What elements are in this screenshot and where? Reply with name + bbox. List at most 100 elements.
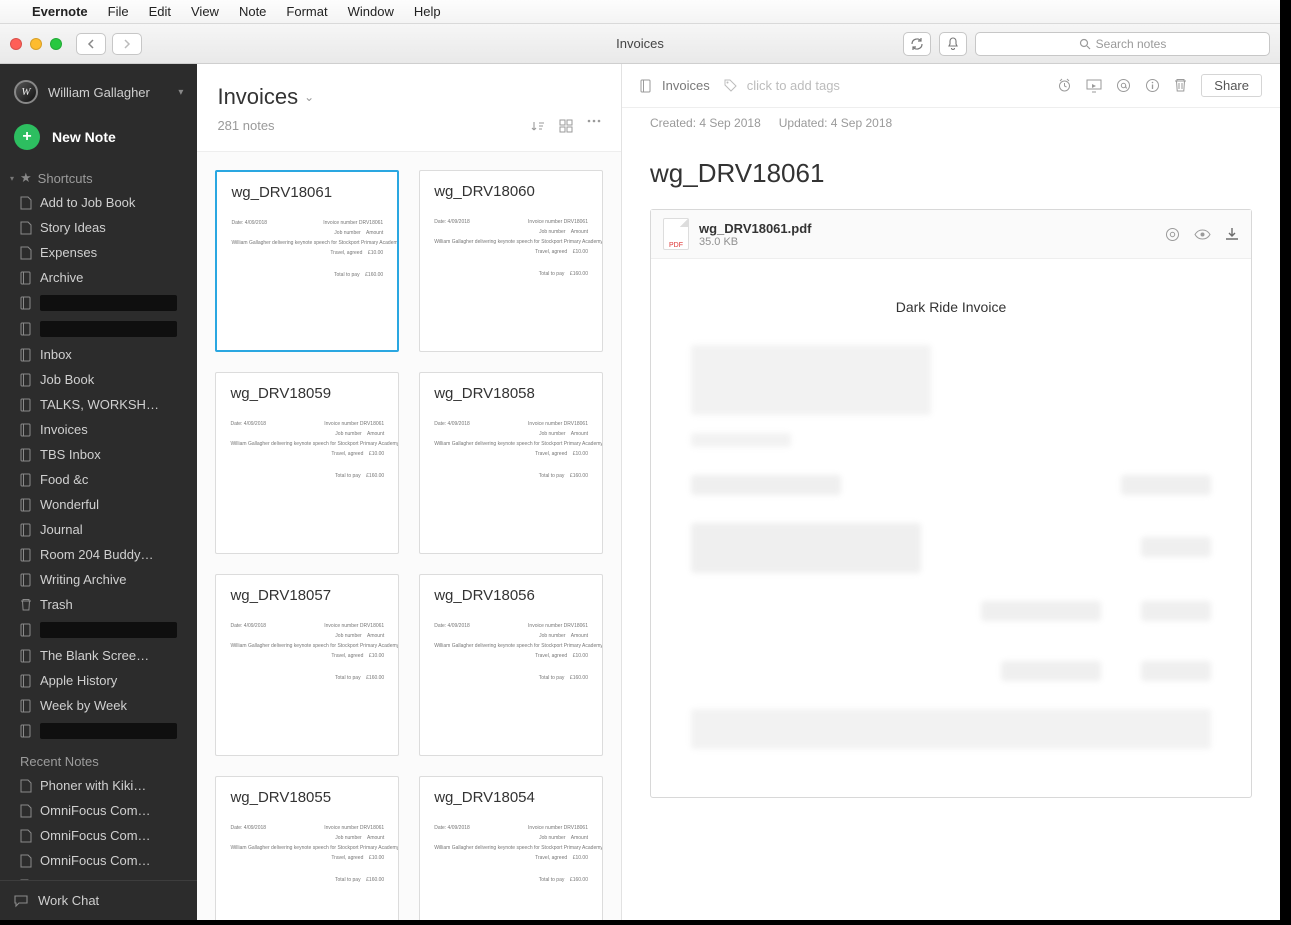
sidebar-item-label: TALKS, WORKSH… bbox=[40, 397, 159, 412]
note-icon bbox=[20, 196, 34, 210]
activity-button[interactable] bbox=[939, 32, 967, 56]
sidebar-item[interactable]: Bendles and Butt… bbox=[0, 873, 197, 880]
notebook-crumb[interactable]: Invoices bbox=[662, 78, 710, 93]
menu-window[interactable]: Window bbox=[348, 4, 394, 19]
sidebar-item[interactable]: The Blank Scree… bbox=[0, 643, 197, 668]
notebook-icon bbox=[20, 649, 34, 663]
disclosure-icon: ▾ bbox=[10, 174, 14, 183]
note-card-preview: Date: 4/09/2018Invoice number DRV18061 J… bbox=[230, 824, 384, 884]
menu-note[interactable]: Note bbox=[239, 4, 266, 19]
shortcuts-header[interactable]: ▾ ★ Shortcuts bbox=[0, 164, 197, 190]
menu-file[interactable]: File bbox=[108, 4, 129, 19]
notebook-title: Invoices bbox=[217, 84, 298, 110]
more-options-button[interactable] bbox=[587, 119, 601, 133]
sidebar-item[interactable] bbox=[0, 617, 197, 643]
sidebar-item[interactable]: Journal bbox=[0, 517, 197, 542]
sidebar-item[interactable]: OmniFocus Com… bbox=[0, 848, 197, 873]
sort-button[interactable] bbox=[531, 119, 545, 133]
chevron-left-icon bbox=[87, 39, 95, 49]
sidebar-item[interactable]: Phoner with Kiki… bbox=[0, 773, 197, 798]
note-panel: Invoices click to add tags Share Created… bbox=[622, 64, 1280, 920]
note-card-title: wg_DRV18054 bbox=[434, 789, 588, 806]
sidebar-item[interactable]: Writing Archive bbox=[0, 567, 197, 592]
sidebar-item[interactable]: TALKS, WORKSH… bbox=[0, 392, 197, 417]
sidebar-item[interactable]: Food &c bbox=[0, 467, 197, 492]
notebook-icon bbox=[20, 674, 34, 688]
present-button[interactable] bbox=[1086, 79, 1102, 93]
sidebar-item[interactable]: Wonderful bbox=[0, 492, 197, 517]
sidebar-item[interactable]: Trash bbox=[0, 592, 197, 617]
attachment-name[interactable]: wg_DRV18061.pdf bbox=[699, 221, 811, 236]
window-zoom[interactable] bbox=[50, 38, 62, 50]
sidebar-item[interactable]: TBS Inbox bbox=[0, 442, 197, 467]
attachment-annotate-button[interactable] bbox=[1165, 227, 1180, 242]
sort-icon bbox=[531, 119, 545, 133]
sync-button[interactable] bbox=[903, 32, 931, 56]
menu-view[interactable]: View bbox=[191, 4, 219, 19]
view-toggle-button[interactable] bbox=[559, 119, 573, 133]
note-card[interactable]: wg_DRV18059 Date: 4/09/2018Invoice numbe… bbox=[215, 372, 399, 554]
note-card[interactable]: wg_DRV18058 Date: 4/09/2018Invoice numbe… bbox=[419, 372, 603, 554]
notebook-icon bbox=[20, 448, 34, 462]
nav-forward-button[interactable] bbox=[112, 33, 142, 55]
note-card[interactable]: wg_DRV18060 Date: 4/09/2018Invoice numbe… bbox=[419, 170, 603, 352]
menu-format[interactable]: Format bbox=[286, 4, 327, 19]
search-input[interactable]: Search notes bbox=[975, 32, 1270, 56]
note-card[interactable]: wg_DRV18061 Date: 4/09/2018Invoice numbe… bbox=[215, 170, 399, 352]
sidebar-item[interactable]: Apple History bbox=[0, 668, 197, 693]
notebook-title-button[interactable]: Invoices ⌄ bbox=[217, 84, 601, 110]
plus-icon: + bbox=[14, 124, 40, 150]
window-minimize[interactable] bbox=[30, 38, 42, 50]
sidebar-item[interactable] bbox=[0, 290, 197, 316]
info-icon bbox=[1145, 78, 1160, 93]
sidebar-item[interactable]: OmniFocus Com… bbox=[0, 823, 197, 848]
sidebar-item[interactable] bbox=[0, 316, 197, 342]
redacted-label bbox=[40, 723, 177, 739]
shortcuts-label: Shortcuts bbox=[38, 171, 93, 186]
new-note-button[interactable]: + New Note bbox=[0, 114, 197, 164]
note-count: 281 notes bbox=[217, 118, 274, 133]
sidebar-item[interactable]: Archive bbox=[0, 265, 197, 290]
sidebar-item[interactable]: OmniFocus Com… bbox=[0, 798, 197, 823]
notebook-icon bbox=[20, 348, 34, 362]
sidebar-item-label: OmniFocus Com… bbox=[40, 828, 151, 843]
sidebar-item[interactable]: Room 204 Buddy… bbox=[0, 542, 197, 567]
attachment-view-button[interactable] bbox=[1194, 229, 1211, 240]
at-icon bbox=[1165, 227, 1180, 242]
add-tags-button[interactable]: click to add tags bbox=[747, 78, 840, 93]
sidebar-item[interactable]: Story Ideas bbox=[0, 215, 197, 240]
window-close[interactable] bbox=[10, 38, 22, 50]
note-card[interactable]: wg_DRV18054 Date: 4/09/2018Invoice numbe… bbox=[419, 776, 603, 920]
nav-back-button[interactable] bbox=[76, 33, 106, 55]
sidebar-item[interactable]: Add to Job Book bbox=[0, 190, 197, 215]
window-titlebar: Invoices Search notes bbox=[0, 24, 1280, 64]
note-card-title: wg_DRV18057 bbox=[230, 587, 384, 604]
sidebar-item[interactable]: Invoices bbox=[0, 417, 197, 442]
note-card[interactable]: wg_DRV18057 Date: 4/09/2018Invoice numbe… bbox=[215, 574, 399, 756]
note-card-preview: Date: 4/09/2018Invoice number DRV18061 J… bbox=[434, 824, 588, 884]
sidebar-item-label: Wonderful bbox=[40, 497, 99, 512]
sidebar-item[interactable]: Job Book bbox=[0, 367, 197, 392]
note-title[interactable]: wg_DRV18061 bbox=[622, 138, 1280, 199]
sidebar-item[interactable]: Inbox bbox=[0, 342, 197, 367]
reminder-button[interactable] bbox=[1057, 78, 1072, 93]
note-toolbar: Invoices click to add tags Share bbox=[622, 64, 1280, 108]
sidebar-item[interactable]: Week by Week bbox=[0, 693, 197, 718]
note-card[interactable]: wg_DRV18056 Date: 4/09/2018Invoice numbe… bbox=[419, 574, 603, 756]
note-icon bbox=[20, 829, 34, 843]
sidebar-item-label: Apple History bbox=[40, 673, 117, 688]
delete-button[interactable] bbox=[1174, 78, 1187, 93]
sidebar-item[interactable] bbox=[0, 718, 197, 744]
info-button[interactable] bbox=[1145, 78, 1160, 93]
notebook-icon bbox=[20, 724, 34, 738]
attachment-download-button[interactable] bbox=[1225, 227, 1239, 241]
note-card[interactable]: wg_DRV18055 Date: 4/09/2018Invoice numbe… bbox=[215, 776, 399, 920]
account-menu[interactable]: W William Gallagher ▾ bbox=[0, 64, 197, 114]
share-button[interactable]: Share bbox=[1201, 74, 1262, 97]
menu-edit[interactable]: Edit bbox=[149, 4, 171, 19]
annotate-button[interactable] bbox=[1116, 78, 1131, 93]
sidebar-item[interactable]: Expenses bbox=[0, 240, 197, 265]
work-chat-button[interactable]: Work Chat bbox=[0, 880, 197, 920]
app-menu[interactable]: Evernote bbox=[32, 4, 88, 19]
menu-help[interactable]: Help bbox=[414, 4, 441, 19]
